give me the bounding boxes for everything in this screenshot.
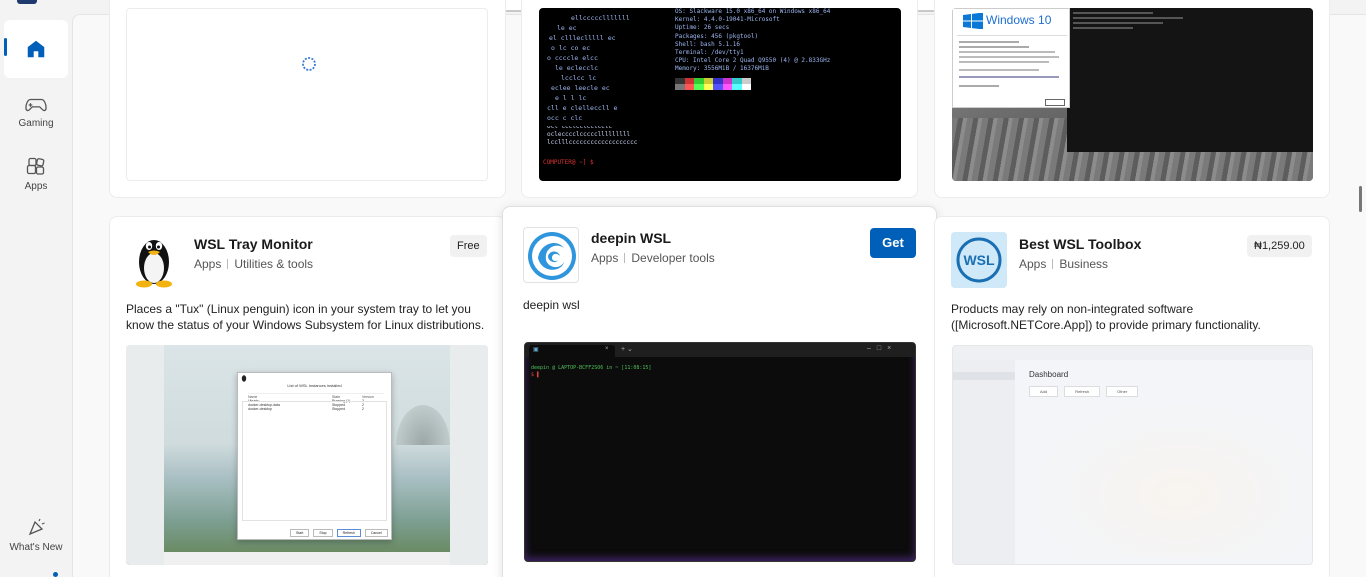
svg-text:lcclcc lc: lcclcc lc [561,74,596,82]
other-button: Other [1106,386,1139,397]
subcategory-label: Business [1059,257,1109,271]
app-card-wsl-tray-monitor[interactable]: WSL Tray Monitor Apps Utilities & tools F… [109,216,506,577]
svg-text:ellccccclllllll: ellccccclllllll [571,14,630,22]
app-description: Places a "Tux" (Linux penguin) icon in y… [126,302,485,332]
dashboard-heading: Dashboard [1029,370,1069,379]
sidebar-item-home[interactable] [4,20,68,78]
info-line: Uptime: 26 secs [675,24,730,32]
app-card-best-wsl-toolbox[interactable]: WSL Best WSL Toolbox Apps Business ₦1,259… [934,216,1330,577]
app-name[interactable]: Best WSL Toolbox [1019,236,1141,252]
info-line: Memory: 3556MiB / 16376MiB [675,65,769,73]
subcategory-label: Utilities & tools [234,257,314,271]
ascii-logo-bottom: ocl ccclcclcclcclc oclecccclccccclllllll… [543,126,638,166]
svg-text:le eclecclc: le eclecclc [555,64,598,72]
app-name[interactable]: deepin WSL [591,230,671,246]
sidebar-item-whats-new[interactable]: What's New [4,510,68,568]
svg-text:oclecccclccccclllllllll: oclecccclccccclllllllll [547,131,630,138]
sidebar-item-label: Gaming [18,118,54,129]
info-line: Kernel: 4.4.0-19041-Microsoft [675,16,780,24]
svg-text:lcclllccccccccccccccccccc: lcclllccccccccccccccccccc [547,139,638,146]
svg-text:le ec: le ec [557,24,577,32]
tux-small-icon [241,375,247,382]
svg-text:eclee leecle ec: eclee leecle ec [551,84,610,92]
home-icon [27,40,45,58]
tray-window: List of WSL Instances installed Name Sta… [237,372,392,540]
tux-penguin-icon [126,232,182,288]
neofetch-info: OS: Slackware 15.0 x86_64 on Windows x86… [675,8,830,74]
app-description: Products may rely on non-integrated soft… [951,302,1261,332]
category-label: Apps [591,251,619,265]
svg-text:cll e clelleccll e: cll e clelleccll e [547,104,618,112]
loading-spinner-icon [302,57,316,71]
wsl-logo-icon: WSL [951,232,1007,288]
app-screenshot: Dashboard Add Refresh Other [952,345,1313,565]
app-name[interactable]: WSL Tray Monitor [194,236,313,252]
svg-text:WSL: WSL [963,252,995,268]
color-palette [675,78,751,90]
app-card[interactable] [109,0,506,198]
info-line: Shell: bash 5.1.16 [675,40,741,48]
get-button[interactable]: Get [870,228,916,258]
terminal-prompt: deepin @ LAPTOP-BCFF2SO6 in ~ [11:08:15] [531,365,652,371]
stop-button: Stop [313,529,333,537]
app-card-deepin-wsl[interactable]: deepin WSL Apps Developer tools Get deepi… [502,206,937,577]
svg-text:el cllleclllll ec: el cllleclllll ec [549,34,616,42]
refresh-button: Refresh [1064,386,1101,397]
add-button: Add [1029,386,1059,397]
info-line: Terminal: /dev/tty1 [675,49,744,57]
app-category: Apps Business [1019,257,1108,271]
gamepad-icon [25,98,47,112]
app-screenshot: List of WSL Instances installed Name Sta… [126,345,488,565]
start-button: Start [290,529,310,537]
terminal-screenshot: ellccccclllllll le ec el cllleclllll ec … [539,8,901,181]
info-line: OS: Slackware 15.0 x86_64 on Windows x86… [675,8,831,15]
refresh-button: Refresh [336,529,361,537]
subcategory-label: Developer tools [631,251,715,265]
sidebar-item-label: What's New [9,542,63,553]
windows-logo-icon [963,13,983,29]
app-card[interactable]: ellccccclllllll le ec el cllleclllll ec … [521,0,918,198]
price-badge[interactable]: ₦1,259.00 [1247,235,1312,257]
winver-dialog: Windows 10 [952,8,1070,108]
svg-text:ocl ccclcclcclcclc: ocl ccclcclcclcclc [547,126,612,130]
scrollbar-thumb[interactable] [1359,186,1362,212]
win10-title: Windows 10 [986,13,1052,27]
app-screenshot [126,8,488,181]
sidebar-item-label: Apps [24,181,48,192]
terminal-tabbar: ▣ × + ⌄ –□× [525,343,915,357]
apps-grid-icon [26,157,45,175]
svg-text:e l l lc: e l l lc [555,94,586,102]
app-category: Apps Developer tools [591,251,715,265]
sidebar-item-apps[interactable]: Apps [4,148,68,206]
app-category: Apps Utilities & tools [194,257,313,271]
svg-text:o lc co ec: o lc co ec [551,44,590,52]
info-line: Packages: 456 (pkgtool) [675,32,759,40]
app-screenshot: Windows 10 [952,8,1313,181]
category-label: Apps [1019,257,1047,271]
price-badge[interactable]: Free [450,235,487,257]
terminal-screenshot: ▣ × + ⌄ –□× deepin @ LAPTOP-BCFF2SO6 in … [524,342,916,562]
ascii-logo: ellccccclllllll le ec el cllleclllll ec … [547,14,630,122]
deepin-logo-icon [523,227,579,283]
taskbar [164,552,450,565]
info-line: CPU: Intel Core 2 Quad Q9550 (4) @ 2.833… [675,57,831,65]
svg-text:o ccccle elcc: o ccccle elcc [547,54,598,62]
svg-text:COMPUTER@ ~] $: COMPUTER@ ~] $ [543,159,594,166]
sparkle-icon [28,518,45,536]
active-indicator [4,38,7,56]
tray-window-title: List of WSL Instances installed [287,383,342,388]
app-description: deepin wsl [523,298,580,312]
cancel-button: Cancel [364,529,388,537]
svg-text:occ c clc: occ c clc [547,114,582,122]
category-label: Apps [194,257,222,271]
sidebar-item-gaming[interactable]: Gaming [4,86,68,144]
dark-console [1067,8,1313,152]
notification-dot [53,572,58,577]
sidebar: Gaming Apps What's New [0,0,72,577]
app-card[interactable]: Windows 10 [934,0,1330,198]
